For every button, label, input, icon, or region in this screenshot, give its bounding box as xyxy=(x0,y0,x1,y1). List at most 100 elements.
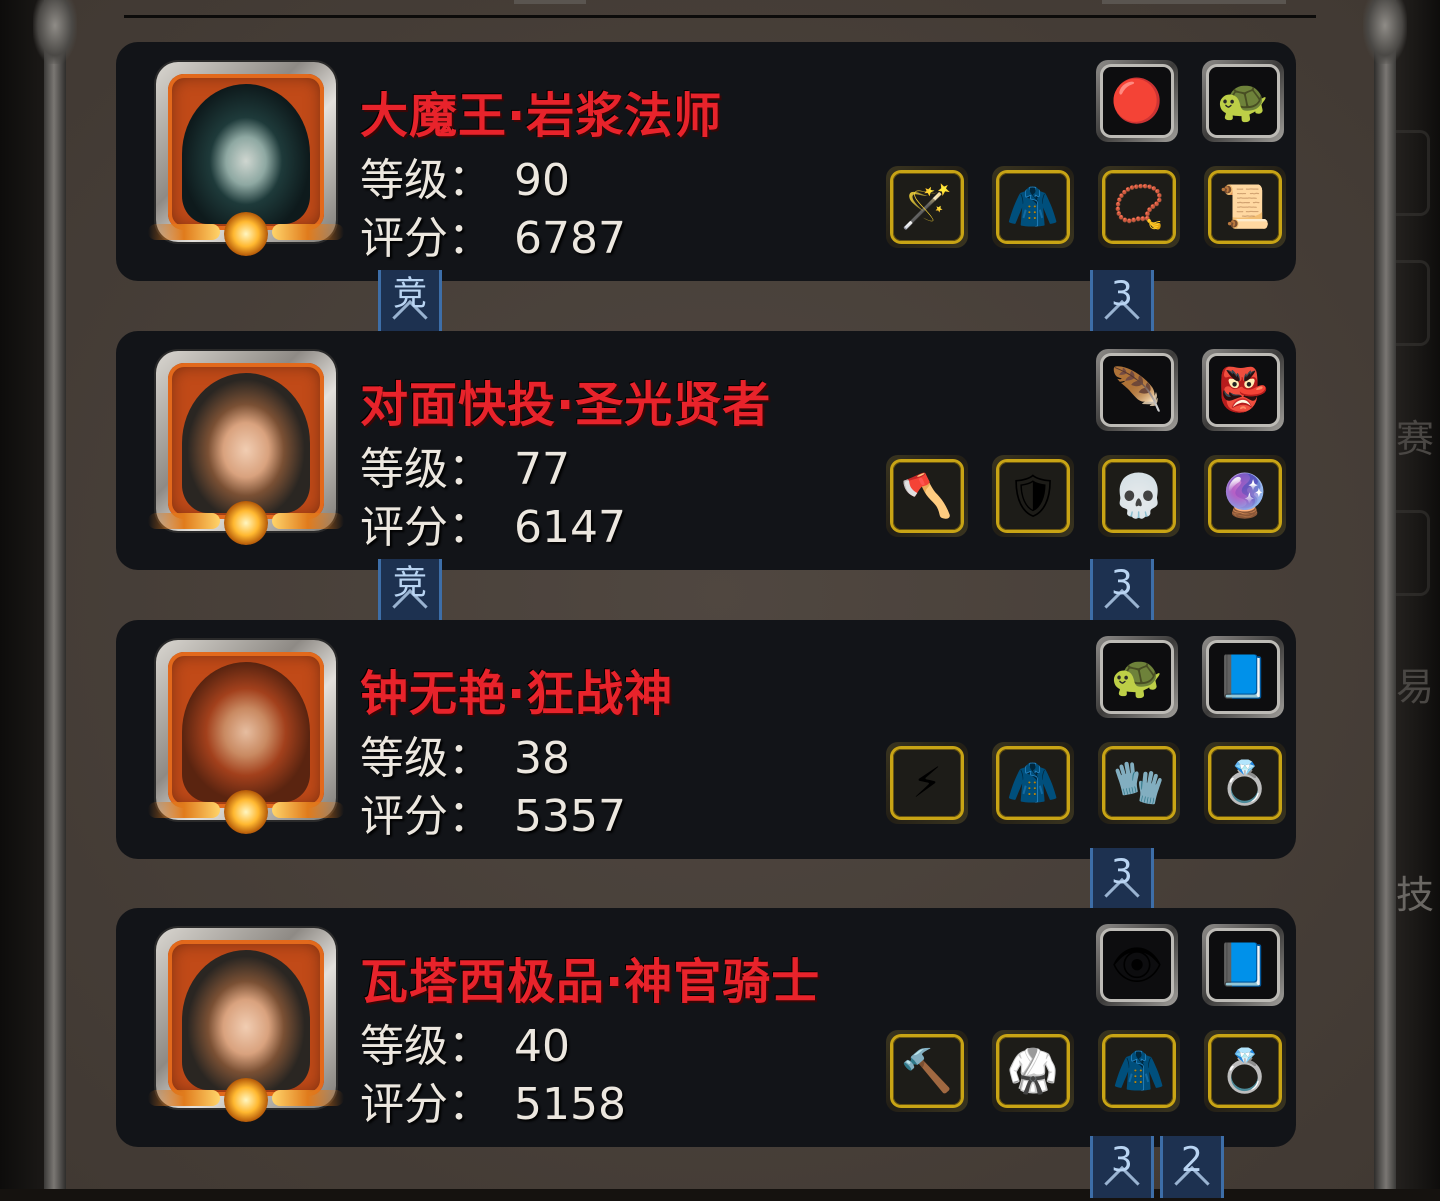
portrait-wing-right xyxy=(272,224,344,240)
hero-tag: 3 xyxy=(1090,848,1154,910)
star-orb-icon xyxy=(224,212,268,256)
equip-slot[interactable]: 🐢 xyxy=(1202,60,1284,142)
hero-card[interactable]: 钟无艳·狂战神 等级： 38 评分： 5357 🐢 📘 ⚡ 🧥 🧤 💍 xyxy=(116,620,1296,859)
hero-avatar xyxy=(182,373,310,513)
hero-tag: 3 xyxy=(1090,559,1154,621)
war-axe-icon: 🪓 xyxy=(900,471,954,520)
turtle-shell-icon: 🐢 xyxy=(1110,652,1164,701)
equip-slot[interactable]: 🔨 xyxy=(886,1030,968,1112)
star-orb-icon xyxy=(224,790,268,834)
dark-robe-icon: 🧥 xyxy=(1006,758,1060,807)
side-tab-decoration xyxy=(1393,510,1430,596)
skull-mask-icon: 💀 xyxy=(1112,471,1166,520)
scroll-icon: 📜 xyxy=(1218,182,1272,231)
red-gem-icon: 🔴 xyxy=(1110,76,1164,125)
panel-frame-right xyxy=(1374,0,1396,1189)
panel-frame-left xyxy=(44,0,66,1189)
frame-ornament xyxy=(33,0,77,64)
equip-slot[interactable]: 💍 xyxy=(1204,1030,1286,1112)
equip-slot[interactable]: 🔮 xyxy=(1204,455,1286,537)
hero-tag: 3 xyxy=(1090,270,1154,332)
hero-score: 评分： 6147 xyxy=(360,502,626,553)
equip-slot[interactable]: 🪄 xyxy=(886,166,968,248)
equip-slot[interactable]: 💍 xyxy=(1204,742,1286,824)
hero-name: 瓦塔西极品·神官骑士 xyxy=(360,954,821,1010)
hero-card[interactable]: 大魔王·岩浆法师 等级： 90 评分： 6787 🔴 🐢 🪄 🧥 📿 📜 xyxy=(116,42,1296,281)
hero-name: 对面快投·圣光贤者 xyxy=(360,377,772,433)
hero-score: 评分： 6787 xyxy=(360,213,626,264)
gold-necklace-icon: 📿 xyxy=(1112,182,1166,231)
turtle-shell-icon: 🐢 xyxy=(1216,76,1270,125)
equip-slot[interactable]: 👁 xyxy=(1096,924,1178,1006)
blue-cape-icon: 🧥 xyxy=(1006,182,1060,231)
purple-rune-icon: 🔮 xyxy=(1218,471,1272,520)
hero-avatar xyxy=(182,662,310,802)
equip-slot[interactable]: 🥋 xyxy=(992,1030,1074,1112)
equip-slot[interactable]: 🛡 xyxy=(992,455,1074,537)
mage-robe-icon: 🥋 xyxy=(1006,1046,1060,1095)
portrait-wing-left xyxy=(148,224,220,240)
portrait-wing-left xyxy=(148,1090,220,1106)
equip-slot[interactable]: 🪶 xyxy=(1096,349,1178,431)
hero-card[interactable]: 瓦塔西极品·神官骑士 等级： 40 评分： 5158 👁 📘 🔨 🥋 🧥 💍 xyxy=(116,908,1296,1147)
top-divider xyxy=(124,15,1316,18)
side-tab-label[interactable]: 赛 xyxy=(1396,408,1434,463)
equip-slot[interactable]: ⚡ xyxy=(886,742,968,824)
blue-book-icon: 📘 xyxy=(1216,940,1270,989)
steel-gauntlet-icon: 🧤 xyxy=(1112,758,1166,807)
portrait-wing-right xyxy=(272,1090,344,1106)
hero-score: 评分： 5158 xyxy=(360,1079,626,1130)
equip-slot[interactable]: 📜 xyxy=(1204,166,1286,248)
blue-book-icon: 📘 xyxy=(1216,652,1270,701)
hero-level: 等级： 77 xyxy=(360,444,570,495)
portrait-wing-left xyxy=(148,513,220,529)
hero-avatar xyxy=(182,950,310,1090)
hero-portrait[interactable] xyxy=(148,640,344,834)
equip-slot[interactable]: 🐢 xyxy=(1096,636,1178,718)
equip-slot[interactable]: 📘 xyxy=(1202,924,1284,1006)
equip-slot[interactable]: 💀 xyxy=(1098,455,1180,537)
hero-portrait[interactable] xyxy=(148,928,344,1122)
side-tab-label[interactable]: 易 xyxy=(1396,656,1434,711)
side-tab-decoration xyxy=(1393,260,1430,346)
hero-level: 等级： 40 xyxy=(360,1021,570,1072)
equip-slot[interactable]: 📘 xyxy=(1202,636,1284,718)
star-orb-icon xyxy=(224,1078,268,1122)
lightning-halberd-icon: ⚡ xyxy=(912,758,942,807)
eye-orb-icon: 👁 xyxy=(1110,940,1164,989)
hero-portrait[interactable] xyxy=(148,62,344,256)
ice-hammer-icon: 🔨 xyxy=(900,1046,954,1095)
portrait-wing-right xyxy=(272,802,344,818)
equip-slot[interactable]: 🧥 xyxy=(1098,1030,1180,1112)
hero-portrait[interactable] xyxy=(148,351,344,545)
hero-score: 评分： 5357 xyxy=(360,791,626,842)
star-orb-icon xyxy=(224,501,268,545)
equip-slot[interactable]: 📿 xyxy=(1098,166,1180,248)
hero-name: 大魔王·岩浆法师 xyxy=(360,88,723,144)
ruby-ring-icon: 💍 xyxy=(1218,758,1272,807)
magic-staff-icon: 🪄 xyxy=(900,182,954,231)
equip-slot[interactable]: 🔴 xyxy=(1096,60,1178,142)
hero-avatar xyxy=(182,84,310,224)
equip-slot[interactable]: 🧥 xyxy=(992,742,1074,824)
hero-tag: 竞 xyxy=(378,270,442,332)
equip-slot[interactable]: 🧥 xyxy=(992,166,1074,248)
hero-card[interactable]: 对面快投·圣光贤者 等级： 77 评分： 6147 🪶 👺 🪓 🛡 💀 🔮 xyxy=(116,331,1296,570)
hero-tag: 竞 xyxy=(378,559,442,621)
hero-name: 钟无艳·狂战神 xyxy=(360,666,674,722)
equip-slot[interactable]: 👺 xyxy=(1202,349,1284,431)
leather-cloak-icon: 🧥 xyxy=(1112,1046,1166,1095)
portrait-wing-left xyxy=(148,802,220,818)
hero-level: 等级： 38 xyxy=(360,733,570,784)
equip-slot[interactable]: 🧤 xyxy=(1098,742,1180,824)
plate-armor-icon: 🛡 xyxy=(1006,471,1060,520)
emerald-ring-icon: 💍 xyxy=(1218,1046,1272,1095)
iron-mask-icon: 👺 xyxy=(1216,365,1270,414)
equip-slot[interactable]: 🪓 xyxy=(886,455,968,537)
hero-level: 等级： 90 xyxy=(360,155,570,206)
frame-ornament xyxy=(1363,0,1407,64)
top-divider-notch xyxy=(514,0,586,4)
side-tab-label[interactable]: 技 xyxy=(1396,864,1434,919)
top-divider-notch xyxy=(1102,0,1286,4)
feather-blade-icon: 🪶 xyxy=(1110,365,1164,414)
